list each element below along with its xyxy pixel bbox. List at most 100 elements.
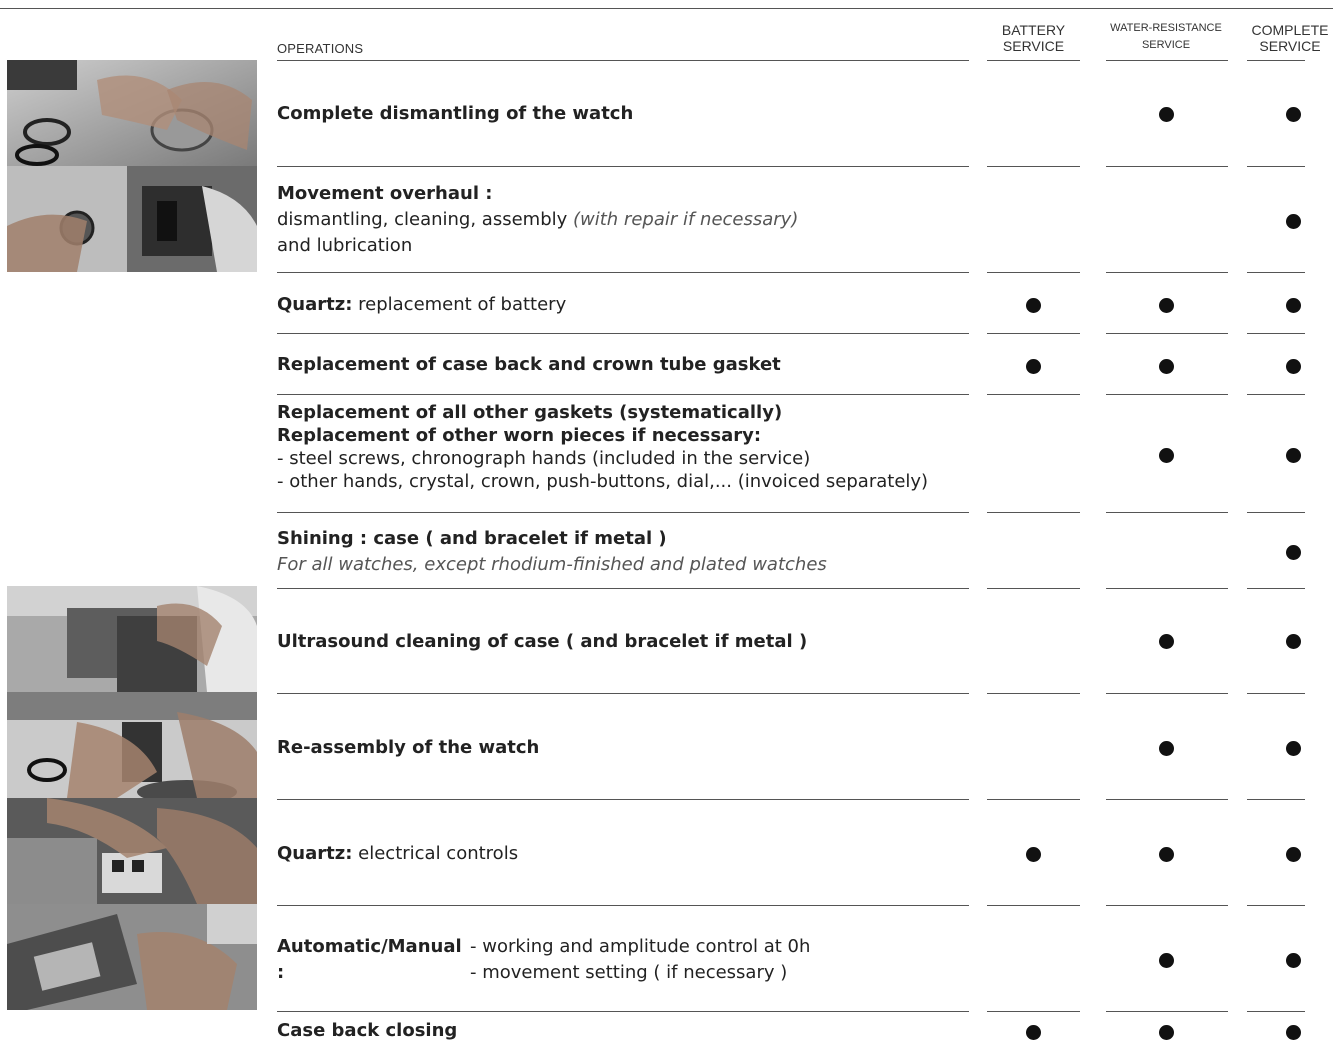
row-9-bold: Quartz: bbox=[277, 843, 353, 864]
included-dot-battery bbox=[1026, 359, 1041, 374]
row-rule bbox=[1106, 512, 1228, 513]
included-dot-water bbox=[1159, 741, 1174, 756]
included-dot-complete bbox=[1286, 214, 1301, 229]
row-2-line3: and lubrication bbox=[277, 235, 413, 256]
row-rule bbox=[1247, 905, 1305, 906]
row-rule bbox=[1247, 693, 1305, 694]
row-rule bbox=[1106, 905, 1228, 906]
included-dot-water bbox=[1159, 634, 1174, 649]
row-rule bbox=[987, 166, 1080, 167]
row-10-bold: Automatic/Manual : bbox=[277, 936, 462, 983]
row-5-line3: - steel screws, chronograph hands (inclu… bbox=[277, 448, 811, 469]
included-dot-water bbox=[1159, 847, 1174, 862]
row-rule bbox=[1247, 588, 1305, 589]
row-rule bbox=[987, 394, 1080, 395]
row-rule bbox=[987, 905, 1080, 906]
row-rule bbox=[1106, 166, 1228, 167]
complete-header-line1: COMPLETE bbox=[1251, 22, 1329, 38]
included-dot-water bbox=[1159, 953, 1174, 968]
row-rule bbox=[1247, 60, 1305, 61]
row-rule bbox=[277, 905, 969, 906]
complete-service-header: COMPLETE SERVICE bbox=[1247, 22, 1333, 54]
included-dot-complete bbox=[1286, 634, 1301, 649]
row-movement-overhaul: Movement overhaul : dismantling, cleanin… bbox=[277, 181, 977, 259]
included-dot-complete bbox=[1286, 359, 1301, 374]
included-dot-complete bbox=[1286, 847, 1301, 862]
row-3-bold: Quartz: bbox=[277, 294, 353, 315]
row-rule bbox=[277, 333, 969, 334]
row-rule bbox=[987, 512, 1080, 513]
photo-dismantling bbox=[7, 60, 257, 166]
photo-ultrasound-cleaning bbox=[7, 586, 257, 692]
row-2-line2b: (with repair if necessary) bbox=[573, 209, 799, 230]
photo-reassembly bbox=[7, 692, 257, 798]
included-dot-complete bbox=[1286, 107, 1301, 122]
battery-header-line1: BATTERY bbox=[1001, 22, 1066, 38]
row-rule bbox=[1247, 333, 1305, 334]
row-7-bold: Ultrasound cleaning of case ( and bracel… bbox=[277, 631, 808, 652]
row-rule bbox=[277, 588, 969, 589]
row-6-italic: For all watches, except rhodium-finished… bbox=[277, 554, 827, 575]
photo-movement-overhaul bbox=[7, 166, 257, 272]
row-complete-dismantling: Complete dismantling of the watch bbox=[277, 101, 977, 127]
row-rule bbox=[277, 272, 969, 273]
row-2-line2a: dismantling, cleaning, assembly bbox=[277, 209, 573, 230]
row-rule bbox=[987, 693, 1080, 694]
row-rule bbox=[1106, 799, 1228, 800]
water-header-line1: WATER-RESISTANCE bbox=[1110, 22, 1222, 34]
row-rule bbox=[277, 512, 969, 513]
included-dot-complete bbox=[1286, 448, 1301, 463]
row-rule bbox=[1106, 693, 1228, 694]
water-header-line2: SERVICE bbox=[1141, 39, 1191, 51]
row-9-rest: electrical controls bbox=[352, 843, 519, 864]
row-quartz-electrical: Quartz: electrical controls bbox=[277, 841, 977, 867]
included-dot-complete bbox=[1286, 741, 1301, 756]
included-dot-complete bbox=[1286, 1025, 1301, 1040]
photo-electrical-controls bbox=[7, 798, 257, 904]
row-rule bbox=[277, 693, 969, 694]
row-rule bbox=[1247, 1011, 1305, 1012]
row-rule bbox=[987, 333, 1080, 334]
row-1-bold: Complete dismantling of the watch bbox=[277, 103, 634, 124]
row-rule bbox=[277, 166, 969, 167]
included-dot-water bbox=[1159, 359, 1174, 374]
row-case-back-gasket: Replacement of case back and crown tube … bbox=[277, 352, 977, 378]
included-dot-water bbox=[1159, 1025, 1174, 1040]
row-5-bold2: Replacement of other worn pieces if nece… bbox=[277, 425, 762, 446]
included-dot-complete bbox=[1286, 545, 1301, 560]
included-dot-battery bbox=[1026, 1025, 1041, 1040]
row-rule bbox=[277, 1011, 969, 1012]
row-5-line4: - other hands, crystal, crown, push-butt… bbox=[277, 471, 929, 492]
row-rule bbox=[1106, 394, 1228, 395]
row-rule bbox=[1247, 799, 1305, 800]
battery-header-line2: SERVICE bbox=[1002, 38, 1065, 54]
included-dot-complete bbox=[1286, 953, 1301, 968]
row-rule bbox=[987, 799, 1080, 800]
row-rule bbox=[1247, 394, 1305, 395]
row-11-bold: Case back closing bbox=[277, 1020, 458, 1041]
row-rule bbox=[277, 799, 969, 800]
operations-header: OPERATIONS bbox=[277, 41, 364, 56]
included-dot-water bbox=[1159, 448, 1174, 463]
included-dot-battery bbox=[1026, 847, 1041, 862]
row-quartz-battery: Quartz: replacement of battery bbox=[277, 292, 977, 318]
row-ultrasound-cleaning: Ultrasound cleaning of case ( and bracel… bbox=[277, 629, 977, 655]
row-10-sub2: - movement setting ( if necessary ) bbox=[470, 962, 788, 983]
row-case-back-closing: Case back closing bbox=[277, 1018, 977, 1044]
row-rule bbox=[1106, 333, 1228, 334]
included-dot-water bbox=[1159, 107, 1174, 122]
included-dot-complete bbox=[1286, 298, 1301, 313]
row-rule bbox=[987, 60, 1080, 61]
row-rule bbox=[1106, 60, 1228, 61]
row-rule bbox=[1247, 512, 1305, 513]
top-rule bbox=[0, 8, 1333, 9]
row-rule bbox=[277, 60, 969, 61]
row-3-rest: replacement of battery bbox=[352, 294, 567, 315]
battery-service-header: BATTERY SERVICE bbox=[987, 22, 1080, 54]
water-resistance-service-header: WATER-RESISTANCE SERVICE bbox=[1104, 20, 1228, 54]
row-rule bbox=[987, 272, 1080, 273]
row-automatic-manual: Automatic/Manual : - working and amplitu… bbox=[277, 934, 977, 986]
row-shining: Shining : case ( and bracelet if metal )… bbox=[277, 526, 977, 578]
photo-amplitude-control bbox=[7, 904, 257, 1010]
row-2-bold: Movement overhaul : bbox=[277, 183, 493, 204]
